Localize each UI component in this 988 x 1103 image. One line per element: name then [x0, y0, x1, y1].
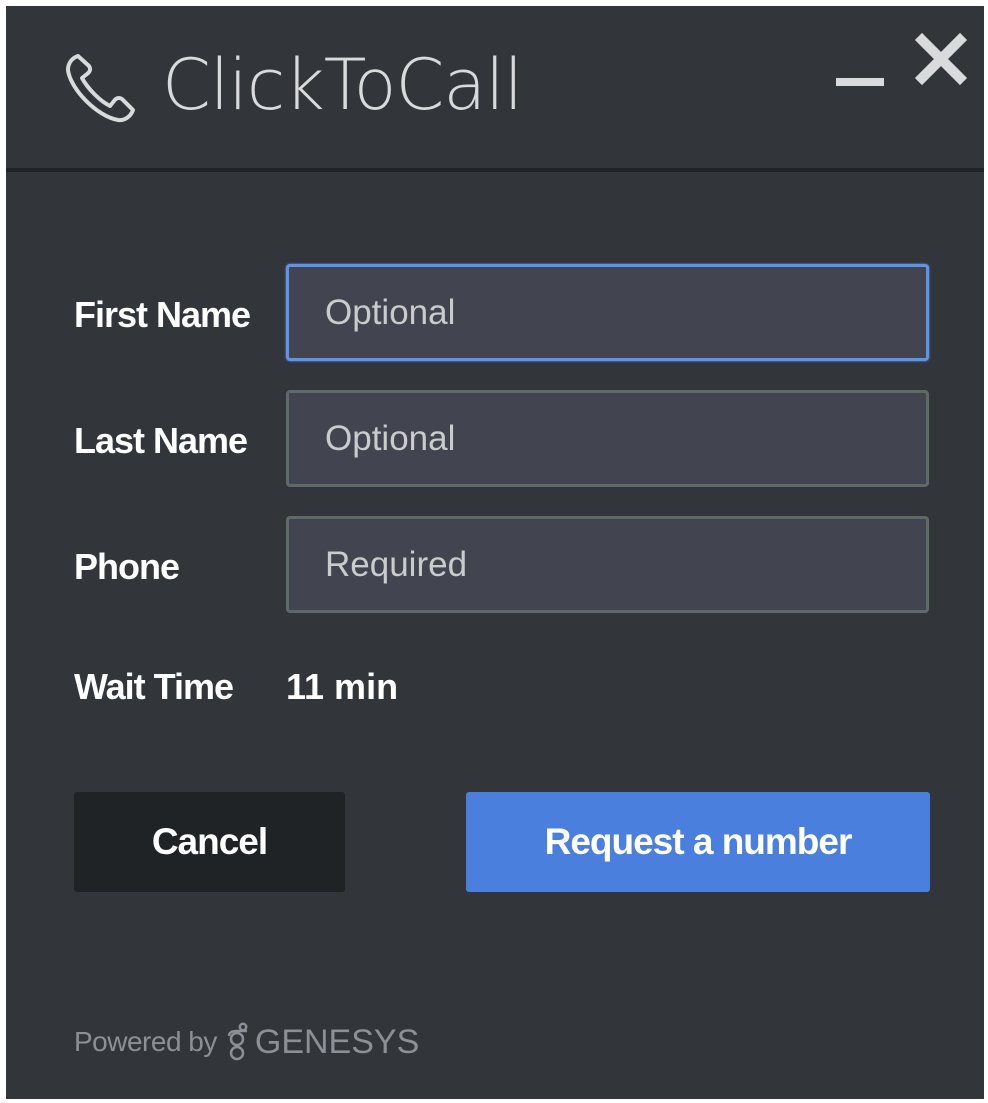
last-name-field[interactable]	[286, 390, 929, 487]
wait-time-value: 11 min	[286, 666, 399, 707]
powered-by-footer: Powered by GENESYS	[74, 1022, 419, 1062]
click-to-call-widget: ClickToCall First Name Last Name Phone W…	[6, 6, 984, 1099]
powered-by-text: Powered by	[74, 1026, 217, 1057]
genesys-logo-icon	[227, 1022, 248, 1061]
phone-label: Phone	[74, 546, 180, 587]
phone-icon	[66, 54, 135, 123]
first-name-label: First Name	[74, 294, 251, 335]
widget-title: ClickToCall	[162, 44, 523, 126]
minimize-button[interactable]	[832, 64, 888, 98]
widget-header: ClickToCall	[6, 6, 984, 172]
first-name-field[interactable]	[286, 264, 929, 361]
close-icon	[914, 32, 968, 86]
request-number-button[interactable]: Request a number	[466, 792, 930, 892]
minimize-icon	[836, 78, 884, 86]
close-button[interactable]	[908, 30, 974, 90]
genesys-brand-text: GENESYS	[254, 1022, 420, 1061]
cancel-button[interactable]: Cancel	[74, 792, 345, 892]
wait-time-label: Wait Time	[74, 666, 234, 707]
last-name-label: Last Name	[74, 420, 248, 461]
phone-field[interactable]	[286, 516, 929, 613]
